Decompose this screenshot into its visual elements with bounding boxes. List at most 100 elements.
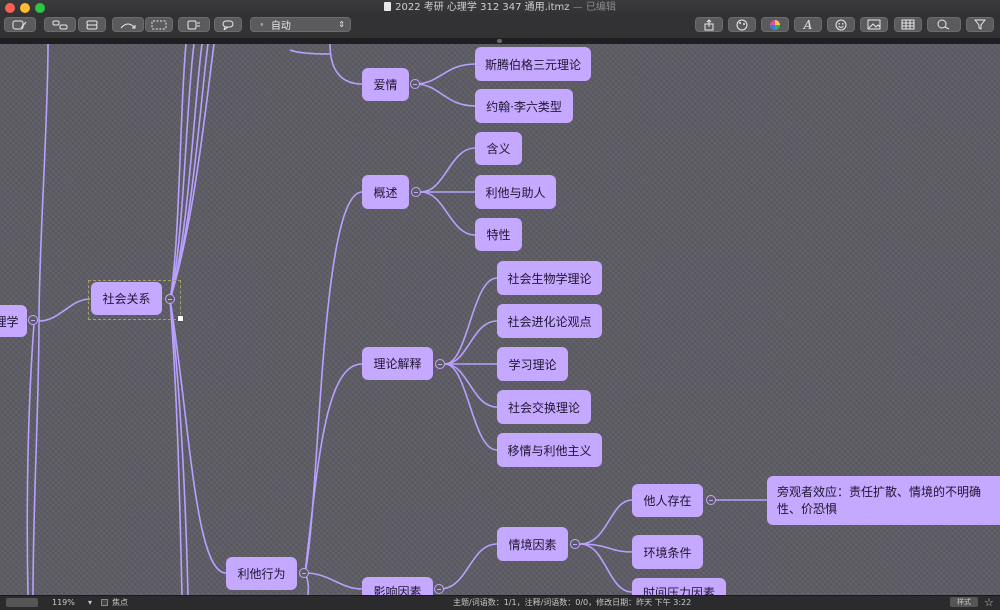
new-topic-icon [12, 20, 27, 29]
connector-root-down [32, 320, 40, 595]
title-bar: 2022 考研 心理学 312 347 通用.itmz — 已编辑 [0, 0, 1000, 16]
filter-button[interactable] [966, 17, 994, 32]
focus-checkbox[interactable] [101, 599, 108, 606]
share-icon [704, 18, 714, 30]
layout-mode-icon: ⚬ [259, 20, 265, 29]
chevron-down-icon[interactable]: ▾ [88, 596, 92, 609]
zoom-level[interactable]: 119% [52, 596, 75, 609]
overview-node[interactable]: 概述 [362, 175, 409, 209]
emoji-button[interactable] [827, 17, 855, 32]
mindmap-canvas[interactable]: 理学 社会关系 爱情 斯腾伯格三元理论 约翰·李六类型 概述 含义 利他与助人 … [0, 44, 1000, 595]
callout-button[interactable] [214, 17, 242, 32]
edited-status: — 已编辑 [572, 2, 616, 13]
social-relations-node[interactable]: 社会关系 [91, 282, 162, 315]
root-topic-label: 理学 [0, 314, 19, 329]
style-button[interactable]: 样式 [950, 597, 978, 607]
theory-collapse-toggle[interactable] [435, 359, 445, 369]
bystander-effect-node[interactable]: 旁观者效应：责任扩散、情境的不明确性、价恐惧 [767, 476, 1000, 525]
color-button[interactable] [761, 17, 789, 32]
root-topic-node[interactable]: 理学 [0, 305, 27, 337]
new-topic-button[interactable] [4, 17, 36, 32]
love-child-2-label: 约翰·李六类型 [486, 99, 562, 114]
situational-collapse-toggle[interactable] [570, 539, 580, 549]
social-relations-label: 社会关系 [102, 292, 151, 306]
divider-handle[interactable] [497, 39, 502, 43]
connector-theory-5 [444, 363, 498, 451]
subtopic-button[interactable] [44, 17, 76, 32]
table-button[interactable] [894, 17, 922, 32]
situational-child-1-node[interactable]: 他人存在 [632, 484, 703, 517]
theory-child-2-label: 社会进化论观点 [507, 314, 592, 329]
sibling-icon [86, 20, 98, 29]
influence-node[interactable]: 影响因素 [362, 577, 433, 595]
others-presence-collapse-toggle[interactable] [706, 495, 716, 505]
relationship-button[interactable] [112, 17, 144, 32]
connector-overview-3 [420, 191, 476, 236]
status-bar: 119% ▾ 焦点 主题/词语数：1/1，注释/词语数：0/0，修改日期：昨天 … [0, 595, 1000, 610]
situational-node[interactable]: 情境因素 [497, 527, 568, 561]
search-icon [937, 19, 950, 30]
subtopic-icon [52, 20, 68, 29]
table-icon [901, 19, 915, 30]
connector-altruism-to-influence [304, 572, 363, 590]
situational-child-2-node[interactable]: 环境条件 [632, 535, 703, 569]
love-label: 爱情 [373, 78, 398, 92]
connector-altruism-to-theory [304, 363, 363, 574]
connector-overview-1 [420, 147, 476, 193]
overview-collapse-toggle[interactable] [411, 187, 421, 197]
color-icon [770, 19, 780, 30]
theory-child-3-node[interactable]: 学习理论 [497, 347, 568, 381]
love-collapse-toggle[interactable] [410, 79, 420, 89]
situational-child-2-label: 环境条件 [643, 545, 692, 560]
root-collapse-toggle[interactable] [28, 315, 38, 325]
theory-node[interactable]: 理论解释 [362, 347, 433, 380]
theory-child-1-node[interactable]: 社会生物学理论 [497, 261, 602, 295]
sibling-topic-button[interactable] [78, 17, 106, 32]
theme-button[interactable] [728, 17, 756, 32]
connector-social-up-4 [169, 44, 209, 300]
boundary-icon [151, 20, 167, 29]
layout-mode-value: 自动 [270, 21, 291, 32]
connector-influence-to-situational [439, 543, 498, 590]
boundary-button[interactable] [145, 17, 173, 32]
layout-mode-select[interactable]: ⚬ 自动 ⇕ [250, 17, 351, 32]
overview-child-2-node[interactable]: 利他与助人 [475, 175, 556, 209]
font-button[interactable]: A [794, 17, 822, 32]
overview-child-3-label: 特性 [486, 228, 511, 242]
altruism-node[interactable]: 利他行为 [226, 557, 297, 590]
social-collapse-toggle[interactable] [165, 294, 175, 304]
theory-child-4-node[interactable]: 社会交换理论 [497, 390, 591, 424]
overview-child-1-node[interactable]: 含义 [475, 132, 522, 165]
love-node[interactable]: 爱情 [362, 68, 409, 101]
connector-situational-1 [579, 499, 633, 545]
note-icon [187, 20, 200, 29]
resize-handle[interactable] [177, 315, 184, 322]
callout-icon [222, 20, 234, 30]
theory-child-2-node[interactable]: 社会进化论观点 [497, 304, 602, 338]
influence-collapse-toggle[interactable] [434, 584, 444, 594]
situational-child-3-node[interactable]: 时间压力因素 [632, 578, 726, 595]
star-icon[interactable]: ☆ [984, 596, 994, 609]
note-button[interactable] [178, 17, 210, 32]
love-child-1-label: 斯腾伯格三元理论 [484, 57, 581, 72]
theory-label: 理论解释 [373, 357, 422, 371]
theory-child-3-label: 学习理论 [508, 357, 557, 372]
overview-child-3-node[interactable]: 特性 [475, 218, 522, 251]
theory-child-4-label: 社会交换理论 [507, 400, 580, 415]
relationship-icon [120, 23, 136, 28]
theory-child-5-node[interactable]: 移情与利他主义 [497, 433, 602, 467]
view-mode-button[interactable] [6, 598, 38, 607]
search-button[interactable] [927, 17, 961, 32]
share-button[interactable] [695, 17, 723, 32]
document-stats: 主题/词语数：1/1，注释/词语数：0/0，修改日期：昨天 下午 3:22 [453, 598, 692, 607]
emoji-icon [835, 19, 847, 30]
connector-theory-4 [444, 363, 498, 408]
love-child-1-node[interactable]: 斯腾伯格三元理论 [475, 47, 591, 81]
connector-altruism-to-overview [304, 191, 363, 574]
image-button[interactable] [860, 17, 888, 32]
love-child-2-node[interactable]: 约翰·李六类型 [475, 89, 573, 123]
image-icon [867, 19, 881, 30]
situational-child-1-label: 他人存在 [643, 494, 692, 508]
connector-to-love [329, 44, 363, 85]
altruism-collapse-toggle[interactable] [299, 568, 309, 578]
